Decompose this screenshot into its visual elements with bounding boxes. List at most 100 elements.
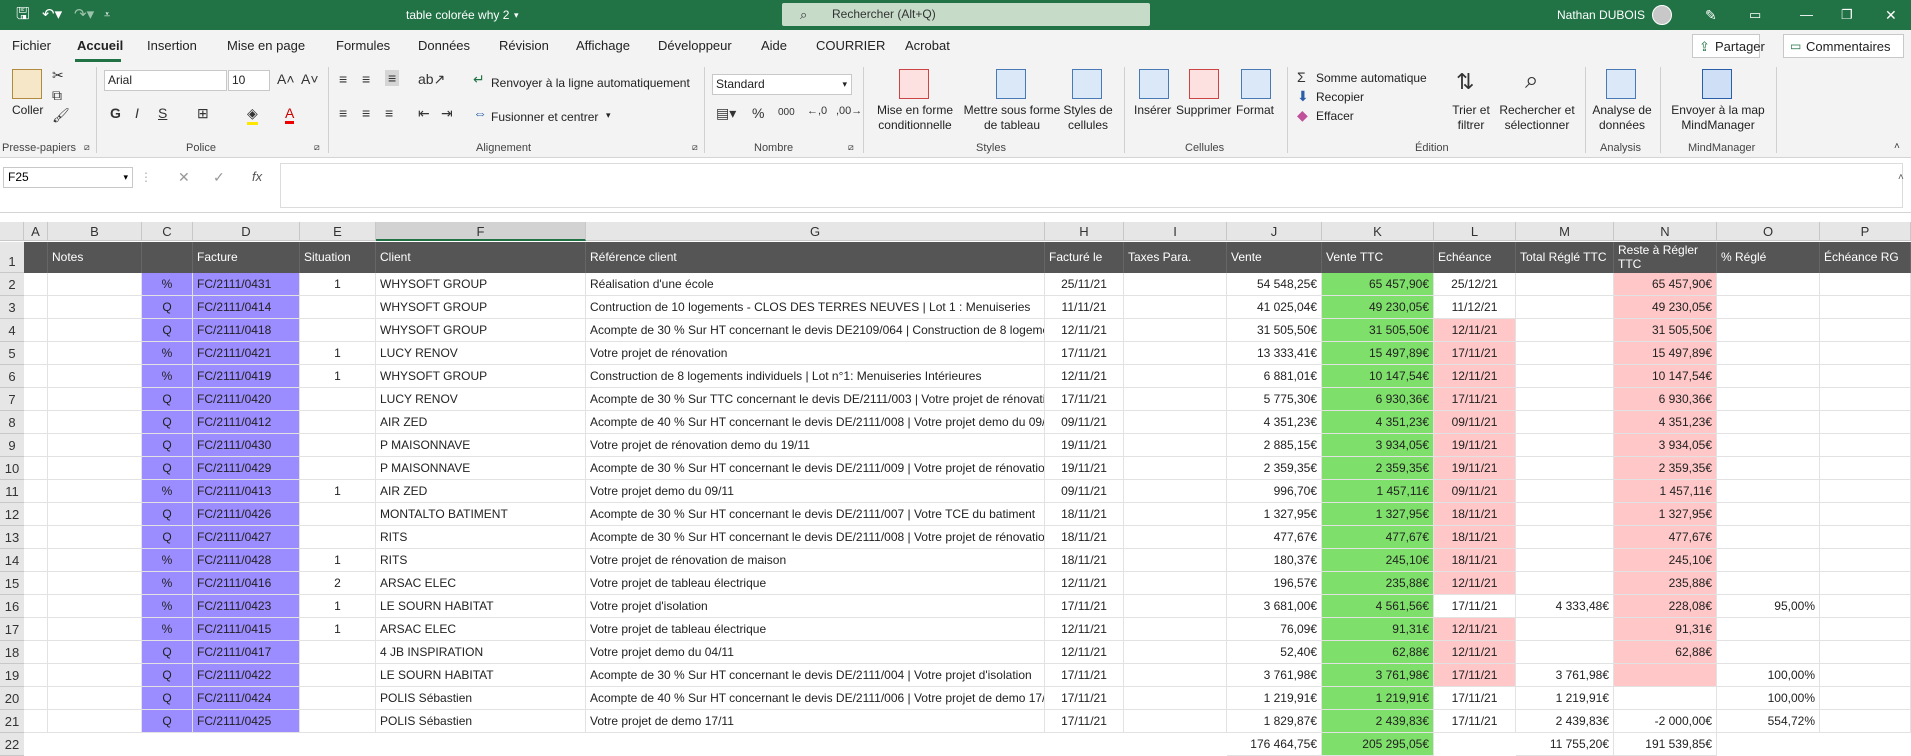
table-cell[interactable]: 17/11/21	[1045, 687, 1124, 710]
table-cell[interactable]	[1516, 296, 1614, 319]
restore-icon[interactable]: ❐	[1841, 0, 1853, 30]
table-cell[interactable]: 17/11/21	[1045, 388, 1124, 411]
table-cell[interactable]	[48, 503, 142, 526]
copy-icon[interactable]: ⧉	[52, 87, 62, 104]
table-cell[interactable]	[1516, 457, 1614, 480]
enter-icon[interactable]: ✓	[213, 169, 225, 186]
table-cell[interactable]: %	[142, 595, 193, 618]
table-cell[interactable]: 100,00%	[1717, 687, 1820, 710]
table-cell[interactable]: 996,70€	[1227, 480, 1322, 503]
format-button[interactable]: Format	[1236, 103, 1274, 117]
table-cell[interactable]: %	[142, 618, 193, 641]
row-header[interactable]: 14	[0, 549, 24, 572]
table-cell[interactable]: FC/2111/0420	[193, 388, 300, 411]
table-cell[interactable]: 65 457,90€	[1322, 273, 1434, 296]
name-box[interactable]: F25 ▾	[3, 167, 133, 188]
wrap-text-icon[interactable]: ↵	[473, 71, 485, 88]
tab-mise-en-page[interactable]: Mise en page	[227, 38, 305, 53]
table-cell[interactable]: 19/11/21	[1434, 434, 1516, 457]
table-cell[interactable]	[1516, 434, 1614, 457]
tab-acrobat[interactable]: Acrobat	[905, 38, 950, 53]
table-cell[interactable]: FC/2111/0421	[193, 342, 300, 365]
table-cell[interactable]: 62,88€	[1322, 641, 1434, 664]
table-cell[interactable]	[1820, 572, 1911, 595]
table-cell[interactable]: Votre projet demo du 09/11	[586, 480, 1045, 503]
table-cell[interactable]	[48, 457, 142, 480]
table-cell[interactable]: 62,88€	[1614, 641, 1717, 664]
column-title[interactable]	[24, 242, 48, 273]
table-cell[interactable]: Acompte de 30 % Sur TTC concernant le de…	[586, 388, 1045, 411]
table-cell[interactable]: 1 219,91€	[1322, 687, 1434, 710]
tab-aide[interactable]: Aide	[761, 38, 787, 53]
table-cell[interactable]: LUCY RENOV	[376, 388, 586, 411]
table-cell[interactable]	[1820, 549, 1911, 572]
table-cell[interactable]: 41 025,04€	[1227, 296, 1322, 319]
table-cell[interactable]	[300, 434, 376, 457]
table-cell[interactable]: -2 000,00€	[1614, 710, 1717, 733]
column-title[interactable]: Référence client	[586, 242, 1045, 273]
table-cell[interactable]: 17/11/21	[1434, 388, 1516, 411]
dialog-launcher-icon[interactable]: ⧄	[84, 142, 90, 153]
table-cell[interactable]	[24, 664, 48, 687]
customize-qat-icon[interactable]: ⩡	[104, 0, 110, 30]
tab-courrier[interactable]: COURRIER	[816, 38, 885, 53]
table-cell[interactable]	[1820, 411, 1911, 434]
table-cell[interactable]: LUCY RENOV	[376, 342, 586, 365]
table-cell[interactable]	[1717, 549, 1820, 572]
tab-donnees[interactable]: Données	[418, 38, 470, 53]
table-cell[interactable]: 3 761,98€	[1227, 664, 1322, 687]
tab-fichier[interactable]: Fichier	[12, 38, 51, 53]
table-cell[interactable]	[1820, 365, 1911, 388]
table-cell[interactable]: Q	[142, 503, 193, 526]
table-cell[interactable]: 1 219,91€	[1516, 687, 1614, 710]
find-select-button[interactable]: Rechercher et sélectionner	[1496, 103, 1578, 133]
table-cell[interactable]: 19/11/21	[1434, 457, 1516, 480]
table-cell[interactable]: WHYSOFT GROUP	[376, 365, 586, 388]
row-header[interactable]: 15	[0, 572, 24, 595]
table-cell[interactable]	[48, 411, 142, 434]
table-cell[interactable]: 554,72%	[1717, 710, 1820, 733]
table-cell[interactable]: 4 561,56€	[1322, 595, 1434, 618]
table-cell[interactable]	[1820, 388, 1911, 411]
table-cell[interactable]	[1820, 480, 1911, 503]
table-format-button[interactable]: Mettre sous forme de tableau	[962, 103, 1062, 133]
align-left-icon[interactable]: ≡	[339, 105, 347, 121]
table-cell[interactable]: FC/2111/0412	[193, 411, 300, 434]
row-header[interactable]: 9	[0, 434, 24, 457]
table-cell[interactable]: 235,88€	[1614, 572, 1717, 595]
table-cell[interactable]	[24, 687, 48, 710]
increase-decimal-icon[interactable]: ←,0	[807, 105, 827, 117]
table-cell[interactable]: 17/11/21	[1434, 687, 1516, 710]
table-cell[interactable]: POLIS Sébastien	[376, 710, 586, 733]
table-cell[interactable]: 12/11/21	[1045, 319, 1124, 342]
column-header-k[interactable]: K	[1322, 222, 1434, 241]
table-cell[interactable]: 2 439,83€	[1516, 710, 1614, 733]
paste-label[interactable]: Coller	[12, 103, 43, 117]
table-cell[interactable]: 1 327,95€	[1227, 503, 1322, 526]
dialog-launcher-icon[interactable]: ⧄	[692, 142, 698, 153]
insert-button[interactable]: Insérer	[1134, 103, 1171, 117]
pen-icon[interactable]: ✎	[1705, 0, 1717, 30]
table-cell[interactable]: FC/2111/0424	[193, 687, 300, 710]
table-cell[interactable]: Q	[142, 296, 193, 319]
table-cell[interactable]	[300, 526, 376, 549]
table-cell[interactable]: 1	[300, 618, 376, 641]
chevron-down-icon[interactable]: ▾	[514, 0, 519, 30]
sort-filter-icon[interactable]: ⇅	[1456, 69, 1474, 95]
table-cell[interactable]: 5 775,30€	[1227, 388, 1322, 411]
table-cell[interactable]: 17/11/21	[1045, 595, 1124, 618]
column-title[interactable]: Echéance	[1434, 242, 1516, 273]
table-cell[interactable]	[1124, 388, 1227, 411]
column-header-h[interactable]: H	[1045, 222, 1124, 241]
table-cell[interactable]: 17/11/21	[1434, 710, 1516, 733]
table-cell[interactable]: 1	[300, 549, 376, 572]
search-input[interactable]: Rechercher (Alt+Q)	[832, 3, 936, 26]
table-cell[interactable]: 19/11/21	[1045, 434, 1124, 457]
table-cell[interactable]: 15 497,89€	[1614, 342, 1717, 365]
row-header[interactable]: 4	[0, 319, 24, 342]
row-header[interactable]: 20	[0, 687, 24, 710]
table-cell[interactable]: %	[142, 549, 193, 572]
row-header[interactable]: 3	[0, 296, 24, 319]
column-header-l[interactable]: L	[1434, 222, 1516, 241]
column-header-m[interactable]: M	[1516, 222, 1614, 241]
